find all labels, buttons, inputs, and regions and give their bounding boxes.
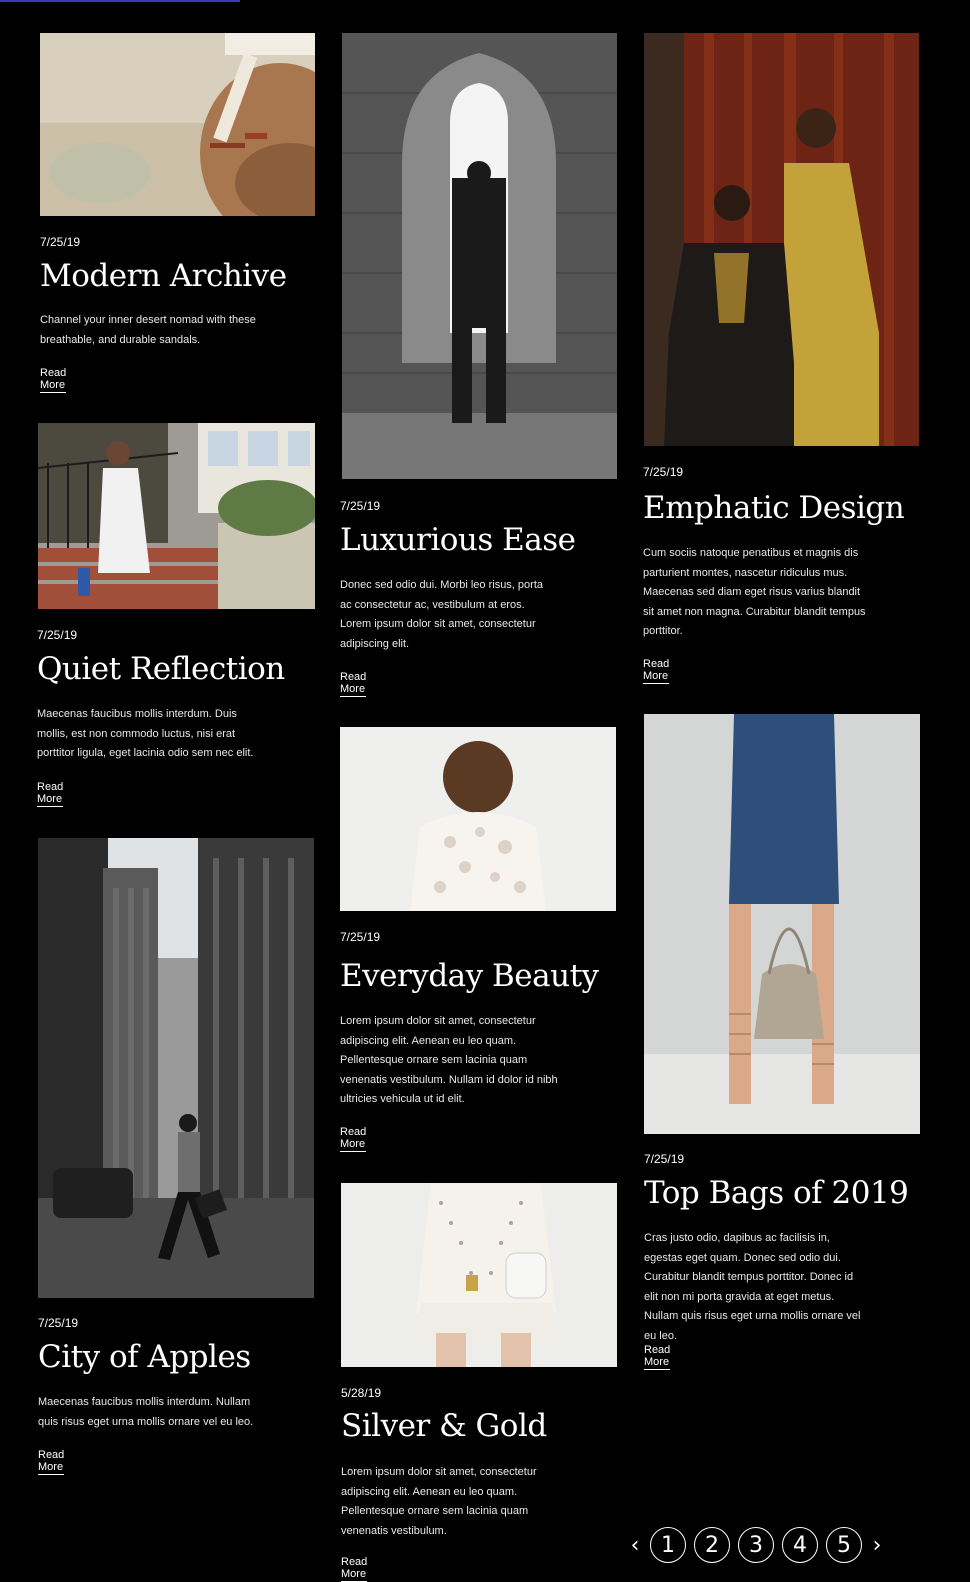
post-image-bucket-bag[interactable] [644,714,920,1134]
read-more-link[interactable]: Read More [37,781,64,807]
post-excerpt: Channel your inner desert nomad with the… [40,314,256,346]
post-image-desert-sandals[interactable] [40,33,315,216]
post-image-city-street[interactable] [38,838,314,1298]
post-excerpt: Donec sed odio dui. Morbi leo risus, por… [340,579,543,650]
post-title[interactable]: Silver & Gold [341,1408,547,1444]
post-excerpt: Cras justo odio, dapibus ac facilisis in… [644,1232,861,1342]
post-date: 7/25/19 [37,628,78,642]
read-more-link[interactable]: Read More [40,367,67,393]
post-title[interactable]: Top Bags of 2019 [644,1175,909,1211]
post-date: 7/25/19 [340,930,381,944]
post-date: 7/25/19 [38,1316,79,1330]
post-title[interactable]: Everyday Beauty [340,958,599,994]
page-button-1[interactable]: 1 [650,1527,686,1563]
page-button-4[interactable]: 4 [782,1527,818,1563]
post-date: 5/28/19 [341,1386,382,1400]
page-button-5[interactable]: 5 [826,1527,862,1563]
prev-page-icon[interactable]: ‹ [628,1533,642,1558]
page-button-2[interactable]: 2 [694,1527,730,1563]
top-accent-bar [0,0,240,2]
post-title[interactable]: Modern Archive [40,258,287,294]
post-title[interactable]: Luxurious Ease [340,522,576,558]
post-excerpt: Lorem ipsum dolor sit amet, consectetur … [340,1015,558,1105]
post-date: 7/25/19 [340,499,381,513]
read-more-link[interactable]: Read More [340,1126,367,1152]
post-image-stoop-woman[interactable] [38,423,315,609]
post-title[interactable]: Emphatic Design [643,490,905,526]
read-more-link[interactable]: Read More [341,1556,368,1582]
post-date: 7/25/19 [644,1152,685,1166]
read-more-link[interactable]: Read More [38,1449,65,1475]
post-image-embellished-outfit[interactable] [341,1183,617,1367]
post-excerpt: Maecenas faucibus mollis interdum. Duis … [37,708,254,759]
post-date: 7/25/19 [643,465,684,479]
read-more-link[interactable]: Read More [643,658,670,684]
post-excerpt: Lorem ipsum dolor sit amet, consectetur … [341,1466,537,1537]
post-excerpt: Cum sociis natoque penatibus et magnis d… [643,547,866,637]
read-more-link[interactable]: Read More [644,1344,671,1370]
pagination: ‹ 1 2 3 4 5 › [628,1527,884,1563]
post-image-lace-blouse[interactable] [340,727,616,911]
page-button-3[interactable]: 3 [738,1527,774,1563]
post-excerpt: Maecenas faucibus mollis interdum. Nulla… [38,1396,254,1428]
post-title[interactable]: Quiet Reflection [37,651,285,687]
post-image-two-men-suits[interactable] [644,33,919,446]
post-image-stone-window[interactable] [342,33,617,479]
next-page-icon[interactable]: › [870,1533,884,1558]
post-date: 7/25/19 [40,235,81,249]
read-more-link[interactable]: Read More [340,671,367,697]
post-title[interactable]: City of Apples [38,1339,251,1375]
